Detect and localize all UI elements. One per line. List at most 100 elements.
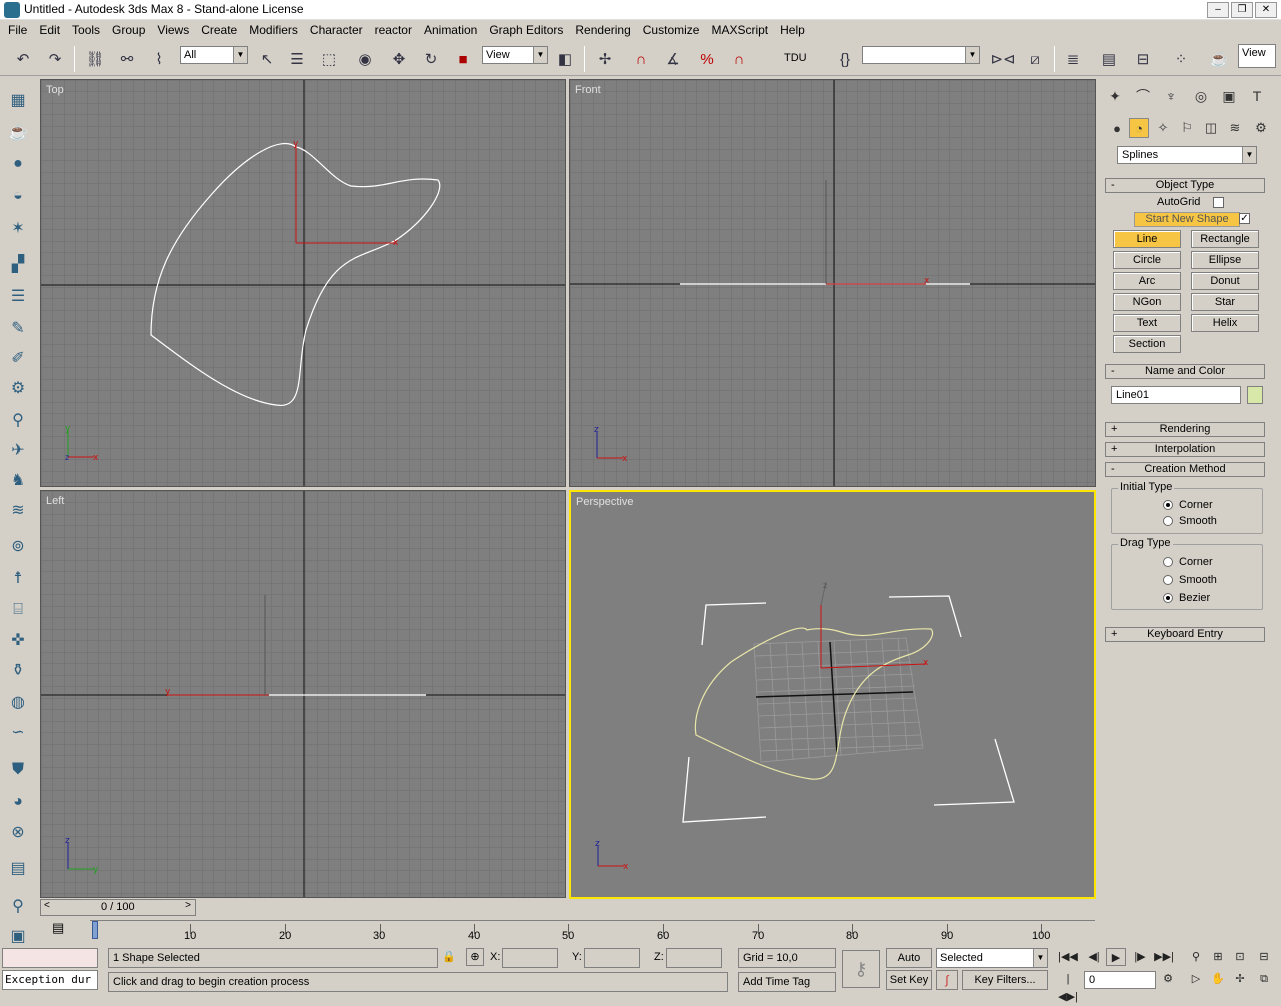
key-mode-icon[interactable]: |◀▶| xyxy=(1058,970,1078,1003)
menu-edit[interactable]: Edit xyxy=(33,20,66,40)
donut-button[interactable]: Donut xyxy=(1191,272,1259,290)
bird-icon[interactable]: ✈ xyxy=(6,438,30,462)
checker-icon[interactable]: ▞ xyxy=(6,252,30,276)
maxscript-listener-pink[interactable] xyxy=(2,948,98,968)
initial-smooth-radio[interactable]: Smooth xyxy=(1163,515,1217,527)
ngon-button[interactable]: NGon xyxy=(1113,293,1181,311)
helmet-icon[interactable]: ◕ xyxy=(6,790,30,814)
menu-reactor[interactable]: reactor xyxy=(369,20,418,40)
close-button[interactable]: ✕ xyxy=(1255,2,1277,18)
objects-tab-icon[interactable]: ▦ xyxy=(6,88,30,112)
spacewarps-icon[interactable]: ≋ xyxy=(1225,118,1245,138)
menu-animation[interactable]: Animation xyxy=(418,20,483,40)
menu-help[interactable]: Help xyxy=(774,20,811,40)
select-link-icon[interactable]: ⛓ xyxy=(84,48,106,70)
time-config-icon[interactable]: ⚙ xyxy=(1158,970,1178,988)
gear-icon[interactable]: ⚙ xyxy=(6,376,30,400)
set-key-curve-icon[interactable]: ∫ xyxy=(936,970,958,990)
edit-named-sel-icon[interactable]: {} xyxy=(834,48,856,70)
arc-rotate-icon[interactable]: ✢ xyxy=(1230,970,1250,988)
geometry-icon[interactable]: ● xyxy=(1107,118,1127,138)
drag-bezier-radio[interactable]: Bezier xyxy=(1163,592,1210,604)
pan-icon[interactable]: ✋ xyxy=(1208,970,1228,988)
key-filter-dropdown[interactable]: Selected ▼ xyxy=(936,948,1048,968)
transform-mode-icon[interactable]: ⊕ xyxy=(466,948,484,966)
reference-coord-dropdown[interactable]: View ▼ xyxy=(482,46,548,64)
auto-key-button[interactable]: Auto Key xyxy=(886,948,932,982)
name-and-color-rollout[interactable]: - Name and Color xyxy=(1105,364,1265,379)
autogrid-checkbox[interactable] xyxy=(1213,197,1224,208)
redo-icon[interactable]: ↷ xyxy=(44,48,66,70)
notes-icon[interactable]: ▤ xyxy=(6,856,30,880)
zoom-extents-icon[interactable]: ⊡ xyxy=(1230,948,1250,966)
zoom-extents-all-icon[interactable]: ⊟ xyxy=(1254,948,1274,966)
menu-create[interactable]: Create xyxy=(195,20,243,40)
motion-tab-icon[interactable]: ◎ xyxy=(1189,84,1213,108)
menu-file[interactable]: File xyxy=(2,20,33,40)
interpolation-rollout[interactable]: + Interpolation xyxy=(1105,442,1265,457)
viewport-front[interactable]: x z x Front xyxy=(569,79,1096,487)
menu-maxscript[interactable]: MAXScript xyxy=(705,20,774,40)
rectangle-button[interactable]: Rectangle xyxy=(1191,230,1259,248)
modify-tab-icon[interactable]: ⌒ xyxy=(1131,84,1155,108)
dolly-icon[interactable]: ⚲ xyxy=(6,408,30,432)
line-button[interactable]: Line xyxy=(1113,230,1181,248)
cylinder-icon[interactable]: ⌸ xyxy=(6,598,30,622)
menu-tools[interactable]: Tools xyxy=(66,20,106,40)
start-new-shape-button[interactable]: Start New Shape xyxy=(1134,212,1240,227)
unlink-icon[interactable]: ⚯ xyxy=(116,48,138,70)
menu-group[interactable]: Group xyxy=(106,20,151,40)
rotate-icon[interactable]: ↻ xyxy=(420,48,442,70)
ellipse-button[interactable]: Ellipse xyxy=(1191,251,1259,269)
keyboard-entry-rollout[interactable]: + Keyboard Entry xyxy=(1105,627,1265,642)
z-coord-input[interactable] xyxy=(666,948,722,968)
figure-icon[interactable]: ♞ xyxy=(6,468,30,492)
select-by-name-icon[interactable]: ☰ xyxy=(286,48,308,70)
category-dropdown[interactable]: Splines ▼ xyxy=(1117,146,1257,164)
schematic-view-icon[interactable]: ⊟ xyxy=(1132,48,1154,70)
maxscript-listener[interactable]: Exception dur xyxy=(2,970,98,990)
globe-icon[interactable]: ◍ xyxy=(6,690,30,714)
menu-graph-editors[interactable]: Graph Editors xyxy=(483,20,569,40)
time-prev-icon[interactable]: < xyxy=(44,900,50,911)
selection-filter-dropdown[interactable]: All ▼ xyxy=(180,46,248,64)
systems-icon[interactable]: ⚙ xyxy=(1251,118,1271,138)
named-selection-dropdown[interactable]: ▼ xyxy=(862,46,980,64)
object-name-input[interactable]: Line01 xyxy=(1111,386,1241,404)
circle-button[interactable]: Circle xyxy=(1113,251,1181,269)
shirt-icon[interactable]: ⛊ xyxy=(6,758,30,782)
rect-selection-icon[interactable]: ⬚ xyxy=(318,48,340,70)
bone-icon[interactable]: ✜ xyxy=(6,628,30,652)
biped-icon[interactable]: ☨ xyxy=(6,566,30,590)
viewport-perspective[interactable]: x z z x Perspective xyxy=(569,490,1096,899)
utilities-tab-icon[interactable]: T xyxy=(1245,84,1269,108)
curve-editor-mini-icon[interactable]: ▤ xyxy=(52,920,72,938)
viewport-label-top[interactable]: Top xyxy=(46,84,64,96)
maximize-button[interactable]: ❐ xyxy=(1231,2,1253,18)
text-button[interactable]: Text xyxy=(1113,314,1181,332)
camera-icon[interactable]: ▣ xyxy=(6,924,30,948)
object-color-swatch[interactable] xyxy=(1247,386,1263,404)
drag-corner-radio[interactable]: Corner xyxy=(1163,556,1213,568)
menu-rendering[interactable]: Rendering xyxy=(569,20,636,40)
select-object-icon[interactable]: ↖ xyxy=(256,48,278,70)
wave-icon[interactable]: ≋ xyxy=(6,498,30,522)
sphere-icon[interactable]: ● xyxy=(6,152,30,176)
viewport-left[interactable]: y z y Left xyxy=(40,490,566,898)
add-time-tag-button[interactable]: Add Time Tag xyxy=(738,972,836,992)
creation-method-rollout[interactable]: - Creation Method xyxy=(1105,462,1265,477)
ring-icon[interactable]: ⊚ xyxy=(6,534,30,558)
rendering-rollout[interactable]: + Rendering xyxy=(1105,422,1265,437)
align-icon[interactable]: ⧄ xyxy=(1024,48,1046,70)
current-frame-input[interactable]: 0 xyxy=(1084,971,1156,989)
zoom-all-icon[interactable]: ⊞ xyxy=(1208,948,1228,966)
pivot-center-icon[interactable]: ◧ xyxy=(554,48,576,70)
go-to-start-icon[interactable]: |◀◀ xyxy=(1058,948,1078,966)
select-manipulate-icon[interactable]: ✢ xyxy=(594,48,616,70)
layers-icon[interactable]: ☰ xyxy=(6,284,30,308)
curve-editor-icon[interactable]: ▤ xyxy=(1098,48,1120,70)
mirror-icon[interactable]: ⊳⊲ xyxy=(990,48,1015,70)
set-key-button[interactable]: Set Key xyxy=(886,970,932,990)
start-new-shape-checkbox[interactable]: ✓ xyxy=(1239,213,1250,224)
angle-snap-icon[interactable]: ∡ xyxy=(662,48,684,70)
